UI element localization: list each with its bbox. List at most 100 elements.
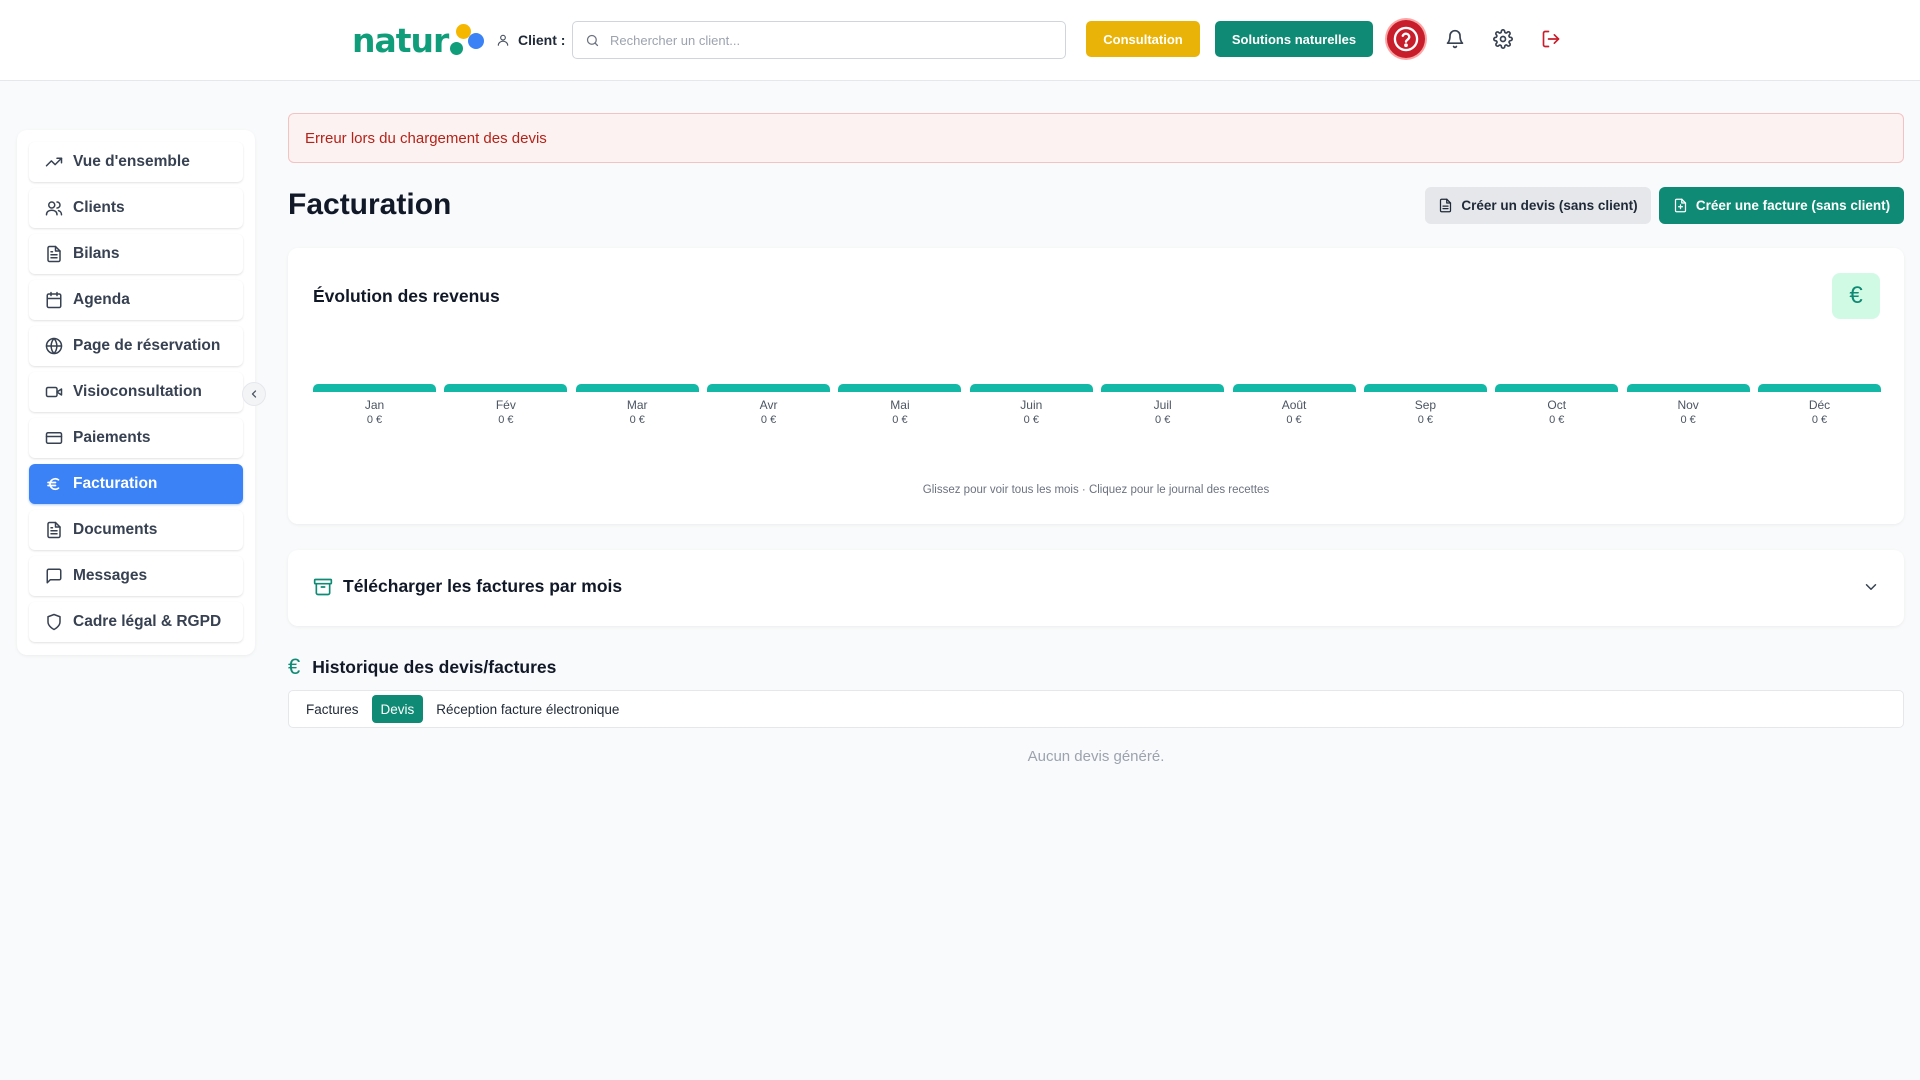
chart-month-value: 0 € (1286, 414, 1302, 426)
chart-bar[interactable] (1101, 384, 1225, 392)
revenue-title: Évolution des revenus (313, 286, 500, 306)
chart-month[interactable]: Sep 0 € (1363, 328, 1487, 488)
chart-month[interactable]: Juil 0 € (1101, 328, 1225, 488)
logo-text: natur (352, 20, 449, 60)
create-invoice-label: Créer une facture (sans client) (1695, 198, 1891, 213)
chart-month-value: 0 € (1680, 414, 1696, 426)
sidebar-item-agenda[interactable]: Agenda (29, 280, 243, 320)
consultation-button[interactable]: Consultation (1086, 21, 1200, 57)
sidebar-item-label: Cadre légal & RGPD (73, 613, 222, 630)
sidebar-item-page-reservation[interactable]: Page de réservation (29, 326, 243, 366)
chart-bar[interactable] (575, 384, 699, 392)
sidebar-item-label: Messages (73, 567, 148, 584)
sidebar-item-paiements[interactable]: Paiements (29, 418, 243, 458)
tab-devis[interactable]: Devis (371, 695, 424, 723)
chart-bar[interactable] (838, 384, 962, 392)
create-quote-button[interactable]: Créer un devis (sans client) (1425, 187, 1651, 224)
users-icon (45, 201, 63, 216)
download-invoices-header: Télécharger les factures par mois (313, 576, 622, 597)
chart-month[interactable]: Août 0 € (1232, 328, 1356, 488)
chart-month-label: Sep (1414, 398, 1437, 412)
create-invoice-button[interactable]: Créer une facture (sans client) (1659, 187, 1904, 224)
search-icon (586, 34, 599, 46)
history-header: € Historique des devis/factures (288, 654, 556, 680)
help-icon[interactable] (1387, 20, 1425, 58)
chart-month[interactable]: Déc 0 € (1758, 328, 1881, 488)
sidebar-item-label: Bilans (73, 245, 120, 262)
tab-factures[interactable]: Factures (297, 695, 368, 723)
sidebar-item-documents[interactable]: Documents (29, 510, 243, 550)
revenue-card: Évolution des revenus € Jan 0 € Fév 0 € Mar 0… (288, 248, 1904, 524)
sidebar-item-visioconsultation[interactable]: Visioconsultation (29, 372, 243, 412)
history-title: Historique des devis/factures (312, 656, 557, 677)
sidebar-item-label: Visioconsultation (73, 383, 202, 400)
client-label-text: Client : (518, 32, 566, 48)
revenue-chart[interactable]: Jan 0 € Fév 0 € Mar 0 € Avr 0 € Mai 0 € Juin 0 € Jui… (313, 328, 1881, 488)
chart-month-value: 0 € (1549, 414, 1565, 426)
logo[interactable]: natur (352, 20, 485, 60)
chart-bar[interactable] (1495, 384, 1619, 392)
client-search-input[interactable] (610, 32, 1030, 48)
chart-month-label: Oct (1547, 398, 1567, 412)
chart-month[interactable]: Oct 0 € (1495, 328, 1619, 488)
chart-hint: Glissez pour voir tous les mois · Clique… (922, 484, 1270, 496)
download-invoices-card[interactable]: Télécharger les factures par mois (288, 550, 1904, 626)
chevron-down-icon[interactable] (1862, 578, 1880, 596)
euro-badge-symbol: € (1849, 282, 1863, 309)
sidebar-item-label: Documents (73, 521, 158, 538)
sidebar-item-facturation[interactable]: Facturation (29, 464, 243, 504)
chart-month-label: Juil (1153, 398, 1172, 412)
chart-month[interactable]: Nov 0 € (1626, 328, 1750, 488)
chart-month[interactable]: Fév 0 € (444, 328, 568, 488)
chart-month-label: Fév (495, 398, 516, 412)
sidebar-item-label: Paiements (73, 429, 151, 446)
chart-month-value: 0 € (366, 414, 383, 426)
sidebar-item-label: Vue d'ensemble (73, 153, 190, 170)
shield-icon (47, 613, 61, 631)
chart-bar[interactable] (1626, 384, 1750, 392)
chart-month[interactable]: Mai 0 € (838, 328, 962, 488)
client-search-box[interactable] (572, 21, 1066, 59)
logout-icon[interactable] (1539, 27, 1563, 51)
archive-icon (313, 578, 333, 595)
chart-month-label: Août (1281, 398, 1307, 412)
chart-month-value: 0 € (629, 414, 645, 426)
sidebar-item-label: Clients (73, 199, 125, 216)
sidebar-item-label: Facturation (73, 475, 158, 492)
euro-icon: € (1832, 273, 1880, 319)
chart-bar[interactable] (1232, 384, 1356, 392)
chart-month[interactable]: Juin 0 € (969, 328, 1093, 488)
sidebar-item-bilans[interactable]: Bilans (29, 234, 243, 274)
chart-bar[interactable] (313, 384, 436, 392)
chart-bar[interactable] (444, 384, 568, 392)
message-square-icon (46, 568, 62, 584)
chart-month-value: 0 € (760, 414, 777, 426)
solutions-naturelles-button[interactable]: Solutions naturelles (1215, 21, 1373, 57)
chart-month-label: Juin (1020, 398, 1043, 412)
sidebar-item-messages[interactable]: Messages (29, 556, 243, 596)
client-label: Client : (496, 30, 565, 50)
sidebar-item-clients[interactable]: Clients (29, 188, 243, 228)
chart-month-value: 0 € (1023, 414, 1039, 426)
chart-month[interactable]: Mar 0 € (575, 328, 699, 488)
chart-month[interactable]: Jan 0 € (313, 328, 436, 488)
tab-reception-facture[interactable]: Réception facture électronique (427, 695, 628, 723)
chart-bar[interactable] (969, 384, 1093, 392)
chart-month-value: 0 € (1811, 414, 1828, 426)
file-plus-icon (1674, 198, 1686, 213)
chart-month-label: Nov (1677, 398, 1699, 412)
download-invoices-title: Télécharger les factures par mois (343, 576, 623, 596)
video-icon (45, 386, 63, 398)
sidebar-item-cadre-legal[interactable]: Cadre légal & RGPD (29, 602, 243, 642)
chart-month-label: Mar (626, 398, 648, 412)
chart-month[interactable]: Avr 0 € (707, 328, 831, 488)
top-bar: natur Client : Consultation Solutions na… (0, 0, 1920, 81)
sidebar-collapse-button[interactable] (242, 382, 266, 406)
bell-icon[interactable] (1443, 27, 1467, 51)
chart-bar[interactable] (1363, 384, 1487, 392)
gear-icon[interactable] (1491, 27, 1515, 51)
sidebar-item-vue-ensemble[interactable]: Vue d'ensemble (29, 142, 243, 182)
chevron-left-icon (251, 390, 257, 398)
chart-bar[interactable] (707, 384, 831, 392)
chart-bar[interactable] (1758, 384, 1881, 392)
